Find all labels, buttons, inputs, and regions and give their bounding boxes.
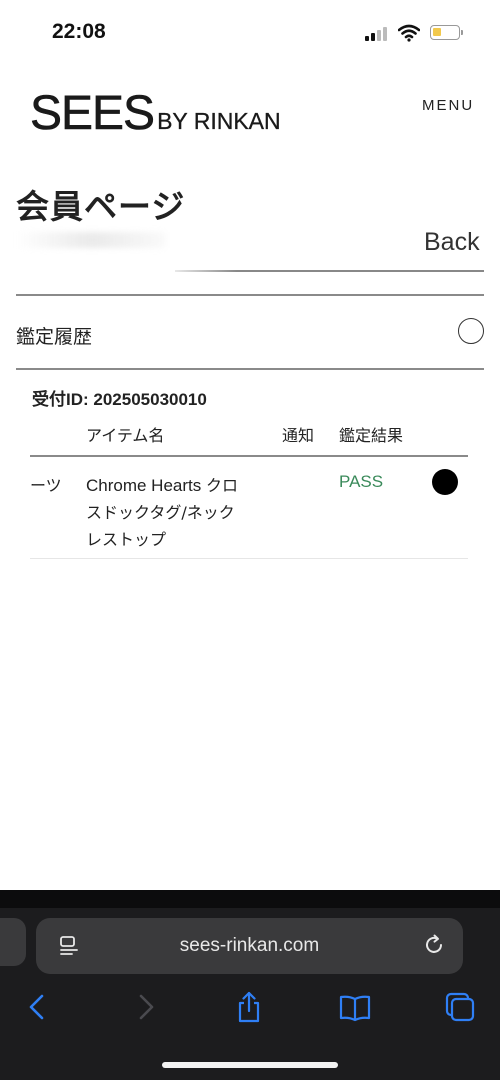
bookmarks-icon[interactable] xyxy=(338,990,372,1024)
logo-sub-text: BY RINKAN xyxy=(157,108,281,134)
section-divider-top xyxy=(16,294,484,296)
row-divider xyxy=(30,558,468,559)
row-item-name: Chrome Hearts クロ スドックタグ/ネック レストップ xyxy=(86,472,261,553)
share-icon[interactable] xyxy=(232,990,266,1024)
page-title: 会員ページ xyxy=(16,187,186,226)
status-bar: 22:08 xyxy=(0,0,500,62)
back-underline xyxy=(175,270,484,272)
item-name-part3: レストップ xyxy=(86,530,167,549)
row-result: PASS xyxy=(339,472,384,491)
receipt-id: 受付ID: 202505030010 xyxy=(32,390,207,409)
browser-toolbar: sees-rinkan.com xyxy=(0,890,500,1080)
menu-button[interactable]: MENU xyxy=(422,97,474,114)
battery-icon xyxy=(430,25,460,40)
address-bar[interactable]: sees-rinkan.com xyxy=(36,918,463,974)
item-name-part2: スドックタグ/ネック xyxy=(86,503,235,522)
row-category: ーツ xyxy=(30,476,62,495)
header-result: 鑑定結果 xyxy=(339,426,404,445)
cellular-signal-icon xyxy=(365,27,391,41)
status-dot-icon[interactable] xyxy=(432,469,458,495)
status-time: 22:08 xyxy=(52,20,106,43)
logo-main-text: SEES xyxy=(30,87,156,141)
wifi-icon xyxy=(398,24,420,42)
forward-arrow-icon[interactable] xyxy=(128,990,162,1024)
table-header-divider xyxy=(30,455,468,457)
section-divider-bottom xyxy=(16,368,484,370)
expand-toggle-icon[interactable] xyxy=(458,318,484,344)
toolbar-edge xyxy=(0,890,500,908)
header-notice: 通知 xyxy=(282,426,315,445)
item-name-brand: Chrome Hearts xyxy=(86,476,206,495)
battery-cap xyxy=(461,30,463,35)
site-logo[interactable]: SEES BY RINKAN xyxy=(30,86,281,141)
tabs-icon[interactable] xyxy=(443,990,477,1024)
back-link[interactable]: Back xyxy=(424,228,480,257)
header-item-name: アイテム名 xyxy=(86,426,165,445)
home-indicator[interactable] xyxy=(162,1062,338,1068)
blurred-text xyxy=(16,232,166,248)
reload-icon[interactable] xyxy=(422,933,446,957)
section-title[interactable]: 鑑定履歴 xyxy=(16,322,92,349)
back-arrow-icon[interactable] xyxy=(21,990,55,1024)
item-name-part1: クロ xyxy=(205,476,238,495)
url-text: sees-rinkan.com xyxy=(179,935,320,956)
previous-tab-preview[interactable] xyxy=(0,918,26,966)
